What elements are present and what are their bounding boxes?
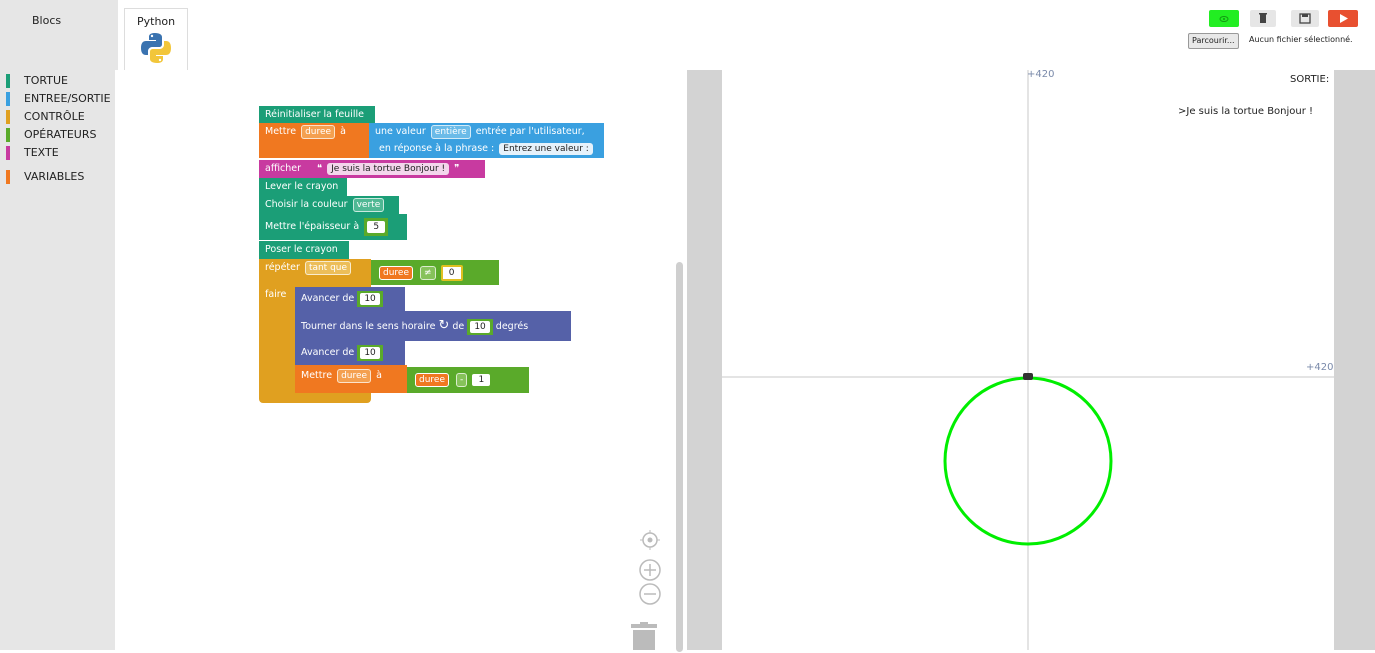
repeat-do-label: faire [265, 289, 287, 300]
block-set-variable-2[interactable]: Mettre duree à [295, 365, 407, 393]
tab-blocs-label: Blocs [32, 14, 62, 27]
arith-operator-dropdown[interactable]: - [456, 373, 468, 387]
turtle-icon [1023, 373, 1033, 380]
play-icon [1340, 14, 1348, 23]
block-arithmetic[interactable]: duree - 1 [407, 367, 529, 393]
rotate-clockwise-icon: ↻ [438, 318, 450, 333]
block-width[interactable]: Mettre l'épaisseur à 5 [259, 214, 407, 240]
block-pen-up[interactable]: Lever le crayon [259, 178, 347, 196]
x-axis-label: +420 [1306, 362, 1334, 373]
compare-value-field[interactable]: 0 [440, 265, 463, 281]
zoom-out-icon[interactable] [638, 582, 662, 606]
delete-button[interactable] [1250, 10, 1276, 27]
run-button[interactable] [1209, 10, 1239, 27]
trash-icon[interactable] [628, 622, 660, 650]
y-axis-label: +420 [1027, 69, 1055, 80]
canvas-scrollbar[interactable] [1334, 70, 1375, 650]
save-icon [1299, 13, 1311, 24]
block-forward-2[interactable]: Avancer de 10 [295, 341, 405, 365]
tab-python[interactable]: Python [124, 8, 188, 70]
panel-splitter[interactable] [687, 70, 722, 650]
tab-python-label: Python [137, 15, 176, 28]
compare-variable-dropdown[interactable]: duree [379, 266, 413, 280]
repeat-mode-dropdown[interactable]: tant que [304, 261, 352, 275]
output-text: >Je suis la tortue Bonjour ! [1178, 106, 1314, 117]
variable-dropdown-2[interactable]: duree [337, 369, 372, 383]
toolbox: TORTUE ENTREE/SORTIE CONTRÔLE OPÉRATEURS… [0, 70, 115, 650]
input-prompt-field[interactable]: Entrez une valeur : [499, 143, 593, 155]
color-dropdown[interactable]: verte [352, 198, 385, 212]
block-input[interactable]: une valeur entière entrée par l'utilisat… [369, 123, 604, 158]
zoom-in-icon[interactable] [638, 558, 662, 582]
browse-file-button[interactable]: Parcourir... [1188, 33, 1239, 49]
save-button[interactable] [1291, 10, 1319, 27]
workspace-scrollbar[interactable] [676, 262, 683, 652]
width-value-field[interactable]: 5 [367, 221, 386, 233]
arith-variable-dropdown[interactable]: duree [415, 373, 449, 387]
block-pen-down[interactable]: Poser le crayon [259, 241, 349, 259]
play-button[interactable] [1328, 10, 1358, 27]
output-title: SORTIE: [1290, 74, 1330, 85]
turtle-drawing [722, 70, 1334, 650]
block-turn-right[interactable]: Tourner dans le sens horaire ↻ de 10 deg… [295, 311, 571, 341]
forward-value-field[interactable]: 10 [360, 293, 380, 305]
python-logo-icon [141, 33, 171, 63]
block-set-variable[interactable]: Mettre duree à [259, 123, 369, 158]
input-type-dropdown[interactable]: entière [430, 125, 471, 139]
forward2-value-field[interactable]: 10 [360, 347, 380, 359]
turn-value-field[interactable]: 10 [470, 321, 490, 333]
eye-icon [1219, 16, 1229, 22]
arith-value-field[interactable]: 1 [472, 374, 491, 386]
compare-operator-dropdown[interactable]: ≠ [420, 266, 436, 280]
file-status: Aucun fichier sélectionné. [1249, 35, 1353, 44]
block-print[interactable]: afficher [259, 160, 311, 178]
recenter-icon[interactable] [638, 528, 662, 552]
trash-icon-toolbar [1259, 13, 1267, 23]
block-color[interactable]: Choisir la couleur verte [259, 196, 399, 214]
block-forward[interactable]: Avancer de 10 [295, 287, 405, 311]
variable-dropdown[interactable]: duree [301, 125, 336, 139]
block-text[interactable]: ❝ Je suis la tortue Bonjour ! ❞ [311, 160, 485, 178]
turtle-canvas [722, 70, 1334, 650]
print-text-field[interactable]: Je suis la tortue Bonjour ! [327, 163, 450, 175]
tab-blocs[interactable]: Blocs [0, 0, 118, 70]
block-reset[interactable]: Réinitialiser la feuille [259, 106, 375, 123]
block-repeat-header: répéter tant que [259, 259, 371, 285]
block-compare[interactable]: duree ≠ 0 [371, 260, 499, 285]
